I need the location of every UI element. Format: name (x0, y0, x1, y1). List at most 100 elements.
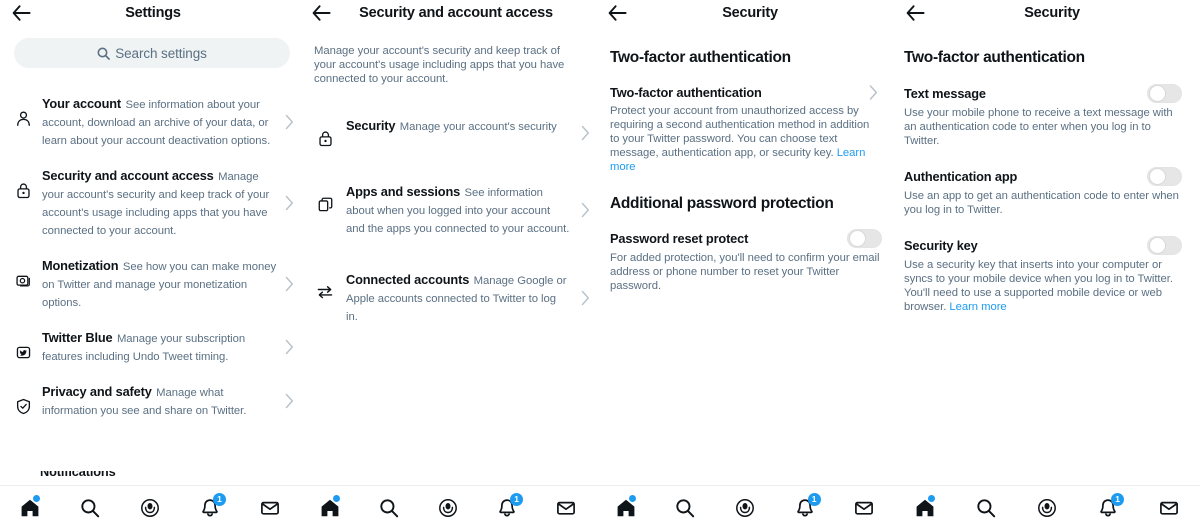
chevron-right-icon (581, 290, 590, 306)
nav-item-spaces[interactable] (131, 491, 169, 525)
page-title: Security (1024, 5, 1080, 21)
block-title: Text message (904, 86, 986, 101)
arrow-left-icon (608, 5, 627, 21)
authentication-app-toggle[interactable] (1147, 167, 1182, 186)
row-title: Apps and sessions (346, 184, 461, 199)
section-heading-two-factor-authentication: Two-factor authentication (610, 49, 791, 66)
search-icon (80, 498, 100, 518)
twitter-blue-badge-icon (12, 341, 34, 363)
panel-1-header: Settings (0, 0, 300, 26)
nav-item-spaces[interactable] (429, 491, 467, 525)
back-button[interactable] (8, 0, 34, 26)
search-icon (379, 498, 399, 518)
back-button[interactable] (308, 0, 334, 26)
envelope-icon (854, 498, 874, 518)
block-title: Password reset protect (610, 231, 749, 246)
block-password-reset-protect: Password reset protect For added protect… (610, 229, 882, 293)
nav-item-spaces[interactable] (1028, 491, 1066, 525)
security-key-toggle[interactable] (1147, 236, 1182, 255)
person-icon (12, 107, 34, 129)
section-heading-additional-password-protection: Additional password protection (610, 195, 834, 212)
block-two-factor-authentication[interactable]: Two-factor authentication Protect your a… (610, 84, 878, 174)
settings-list: Security Manage your account's security … (300, 108, 596, 334)
list-item-apps-and-sessions[interactable]: Apps and sessions See information about … (300, 174, 596, 246)
panel-4-header: Security (894, 0, 1200, 26)
block-authentication-app: Authentication app Use an app to get an … (904, 167, 1182, 217)
sidebar-item-security-and-account-access[interactable]: Security and account access Manage your … (0, 158, 300, 248)
block-description-text: Use a security key that inserts into you… (904, 259, 1173, 313)
sidebar-item-your-account[interactable]: Your account See information about your … (0, 86, 300, 158)
panel-3-header: Security (596, 0, 894, 26)
panel-settings: Settings Search settings Your account Se… (0, 0, 300, 529)
password-reset-protect-toggle[interactable] (847, 229, 882, 248)
panel-security-2fa-methods: Security Two-factor authentication Text … (894, 0, 1200, 529)
envelope-icon (1159, 498, 1179, 518)
sidebar-item-privacy-and-safety[interactable]: Privacy and safety Manage what informati… (0, 374, 300, 428)
list-item-security[interactable]: Security Manage your account's security (300, 108, 596, 158)
chevron-right-icon[interactable] (869, 85, 878, 100)
block-title: Authentication app (904, 169, 1018, 184)
unread-dot-badge (332, 494, 340, 502)
panel-intro-text: Manage your account's security and keep … (314, 45, 565, 85)
block-description: Use a security key that inserts into you… (904, 258, 1182, 314)
nav-item-envelope[interactable] (547, 491, 585, 525)
nav-item-search[interactable] (370, 491, 408, 525)
nav-item-home[interactable] (607, 491, 645, 525)
connected-accounts-icon (314, 281, 336, 303)
section-heading-two-factor-authentication: Two-factor authentication (904, 49, 1085, 66)
back-button[interactable] (902, 0, 928, 26)
text-message-toggle[interactable] (1147, 84, 1182, 103)
back-button[interactable] (604, 0, 630, 26)
nav-item-home[interactable] (311, 491, 349, 525)
block-description: Protect your account from unauthorized a… (610, 104, 878, 174)
stitched-mobile-screenshots: Settings Search settings Your account Se… (0, 0, 1200, 529)
arrow-left-icon (906, 5, 925, 21)
nav-item-envelope[interactable] (845, 491, 883, 525)
nav-item-search[interactable] (71, 491, 109, 525)
chevron-right-icon (285, 276, 294, 292)
row-title: Notifications (40, 471, 116, 479)
arrow-left-icon (312, 5, 331, 21)
sidebar-item-twitter-blue[interactable]: Twitter Blue Manage your subscription fe… (0, 320, 300, 374)
nav-item-bell[interactable]: 1 (488, 491, 526, 525)
bottom-nav-panel-4: 1 (894, 486, 1200, 529)
nav-item-search[interactable] (666, 491, 704, 525)
nav-item-envelope[interactable] (251, 491, 289, 525)
shield-check-icon (12, 395, 34, 417)
toggle-knob (1149, 168, 1166, 185)
learn-more-link[interactable]: Learn more (949, 301, 1006, 313)
nav-item-home[interactable] (906, 491, 944, 525)
settings-list: Your account See information about your … (0, 86, 300, 428)
block-security-key: Security key Use a security key that ins… (904, 236, 1182, 314)
nav-item-spaces[interactable] (726, 491, 764, 525)
nav-item-bell[interactable]: 1 (786, 491, 824, 525)
panel-security-and-account-access: Security and account access Manage your … (300, 0, 596, 529)
block-title: Two-factor authentication (610, 85, 762, 100)
search-icon (97, 47, 111, 60)
search-icon (976, 498, 996, 518)
row-title: Connected accounts (346, 272, 470, 287)
search-input[interactable]: Search settings (14, 38, 290, 68)
arrow-left-icon (12, 5, 31, 21)
page-title: Security (722, 5, 778, 21)
nav-item-bell[interactable]: 1 (1089, 491, 1127, 525)
list-item-connected-accounts[interactable]: Connected accounts Manage Google or Appl… (300, 262, 596, 334)
bottom-nav-panel-2: 1 (300, 486, 596, 529)
chevron-right-icon (285, 393, 294, 409)
bottom-nav-panel-3: 1 (596, 486, 894, 529)
page-title: Security and account access (359, 5, 553, 21)
nav-item-bell[interactable]: 1 (191, 491, 229, 525)
row-title: Monetization (42, 258, 119, 273)
search-icon (675, 498, 695, 518)
nav-item-search[interactable] (967, 491, 1005, 525)
nav-item-envelope[interactable] (1150, 491, 1188, 525)
row-title: Security (346, 118, 396, 133)
sidebar-item-monetization[interactable]: Monetization See how you can make money … (0, 248, 300, 320)
chevron-right-icon (581, 125, 590, 141)
block-description: For added protection, you'll need to con… (610, 252, 880, 292)
nav-item-home[interactable] (11, 491, 49, 525)
block-description: Use an app to get an authentication code… (904, 190, 1179, 216)
block-description-text: Protect your account from unauthorized a… (610, 105, 870, 159)
panel-2-header: Security and account access (300, 0, 596, 26)
sidebar-item-notifications-clipped[interactable]: Notifications (0, 471, 300, 485)
